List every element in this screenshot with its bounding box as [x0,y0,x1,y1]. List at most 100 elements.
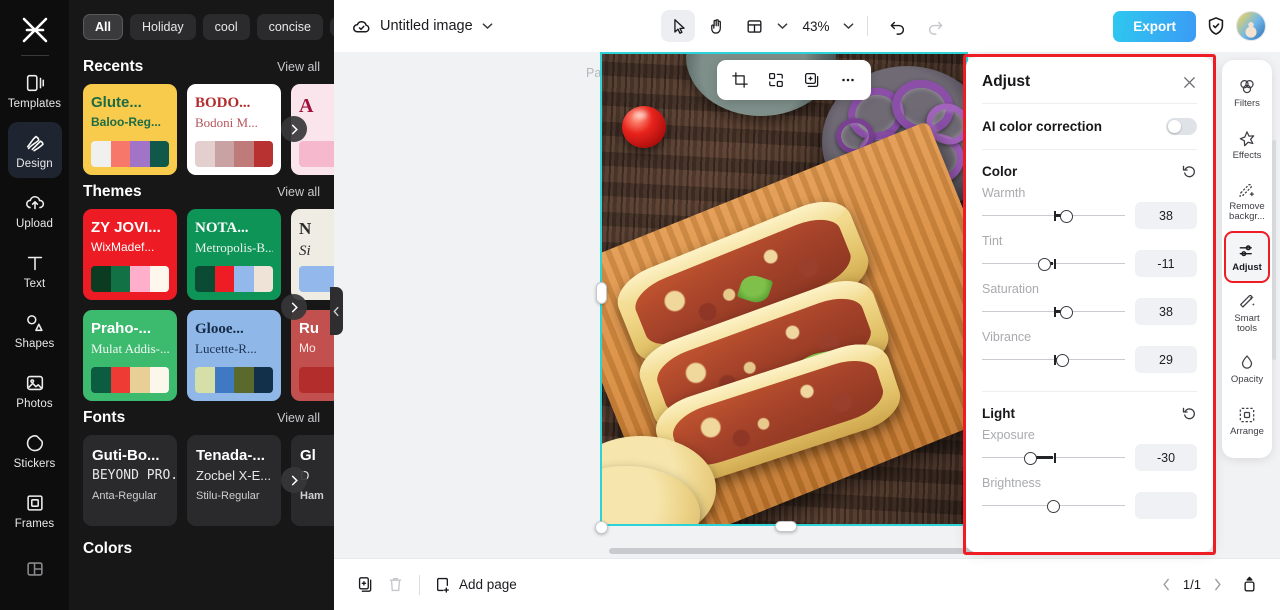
expand-panel-button[interactable] [1234,570,1264,600]
chip-all[interactable]: All [83,14,123,40]
next-page-button[interactable] [1213,578,1222,591]
brightness-value[interactable] [1135,492,1197,519]
layout-caret[interactable] [777,22,788,30]
slider-label: Tint [982,234,1003,248]
ai-color-correction-toggle[interactable] [1166,118,1197,135]
tool-filters[interactable]: Filters [1225,68,1269,118]
crop-button[interactable] [724,64,756,96]
duplicate-page-button[interactable] [350,570,380,600]
crop-icon [732,72,748,88]
tint-slider-track[interactable] [982,255,1125,273]
recents-next-button[interactable] [281,116,307,142]
sidebar-item-templates[interactable]: Templates [8,62,62,118]
prev-page-button[interactable] [1162,578,1171,591]
select-tool-button[interactable] [661,10,696,42]
exposure-slider-track[interactable] [982,449,1125,467]
design-side-panel: All Holiday cool concise Recents View al… [69,0,334,610]
brightness-slider-track[interactable] [982,497,1125,515]
exposure-slider-knob[interactable] [1024,451,1038,465]
fonts-next-button[interactable] [281,467,307,493]
warmth-slider-knob[interactable] [1059,209,1073,223]
capcut-logo-icon[interactable] [15,12,55,48]
artboard-page-1[interactable] [600,52,968,526]
vibrance-slider-knob[interactable] [1055,353,1069,367]
font-card[interactable]: Tenada-... Zocbel X-E... Stilu-Regular [187,435,281,526]
export-button[interactable]: Export [1113,10,1196,42]
food-photo-image[interactable] [600,52,968,526]
undo-button[interactable] [881,10,915,42]
capcut-image-editor: Templates Design Upload Text Shapes Phot… [0,0,1280,610]
sidebar-item-photos[interactable]: Photos [8,362,62,418]
vibrance-slider-track[interactable] [982,351,1125,369]
saturation-slider-knob[interactable] [1059,305,1073,319]
redo-button[interactable] [919,10,953,42]
duplicate-button[interactable] [796,64,828,96]
theme-card[interactable]: ZY JOVI... WixMadef... [83,209,177,300]
tool-rail-scrollbar[interactable] [1272,140,1276,360]
layout-tool-button[interactable] [737,10,771,42]
recent-card[interactable]: BODO... Bodoni M... [187,84,281,175]
chip-concise[interactable]: concise [256,14,323,40]
tool-remove-background[interactable]: Remove backgr... [1225,172,1269,230]
warmth-slider-track[interactable] [982,207,1125,225]
warmth-value[interactable]: 38 [1135,202,1197,229]
themes-next-button[interactable] [281,294,307,320]
sidebar-item-frames[interactable]: Frames [8,482,62,538]
view-all-fonts[interactable]: View all [277,411,320,425]
recent-card[interactable]: Glute... Baloo-Reg... [83,84,177,175]
sidebar-item-stickers[interactable]: Stickers [8,422,62,478]
sidebar-item-upload[interactable]: Upload [8,182,62,238]
cloud-saved-icon[interactable] [348,13,374,39]
brightness-slider-knob[interactable] [1047,499,1060,513]
close-icon[interactable] [1182,75,1197,90]
tool-adjust[interactable]: Adjust [1224,231,1270,283]
sidebar-item-shapes[interactable]: Shapes [8,302,62,358]
zoom-caret[interactable] [843,22,854,30]
view-all-recents[interactable]: View all [277,60,320,74]
sidebar-item-label: Frames [14,517,55,530]
cursor-select-icon [674,18,685,34]
font-card-name: Ham [300,490,324,502]
slider-tint: Tint -11 [966,229,1213,277]
exposure-value[interactable]: -30 [1135,444,1197,471]
color-swatches [299,141,334,167]
theme-card[interactable]: NOTA... Metropolis-B... [187,209,281,300]
sidebar-item-text[interactable]: Text [8,242,62,298]
font-card[interactable]: Guti-Bo... BEYOND PRO... Anta-Regular [83,435,177,526]
document-title[interactable]: Untitled image [380,18,473,34]
saturation-value[interactable]: 38 [1135,298,1197,325]
theme-card[interactable]: N Si [291,209,334,300]
user-avatar[interactable] [1236,11,1266,41]
theme-card[interactable]: Glooe... Lucette-R... [187,310,281,401]
chip-holiday[interactable]: Holiday [129,14,196,40]
tool-arrange[interactable]: Arrange [1225,396,1269,446]
vibrance-value[interactable]: 29 [1135,346,1197,373]
tool-opacity[interactable]: Opacity [1225,344,1269,394]
replace-button[interactable] [760,64,792,96]
panel-collapse-handle[interactable] [330,287,343,335]
font-card-title: Gl [300,447,316,464]
slider-saturation: Saturation 38 [966,277,1213,325]
saturation-slider-track[interactable] [982,303,1125,321]
zoom-level-label[interactable]: 43% [802,19,829,34]
theme-card[interactable]: Praho-... Mulat Addis-... [83,310,177,401]
shield-check-icon[interactable] [1205,15,1227,37]
tint-value[interactable]: -11 [1135,250,1197,277]
add-page-button[interactable]: Add page [433,575,517,594]
chip-cool[interactable]: cool [202,14,250,40]
more-options-button[interactable] [832,64,864,96]
delete-page-button[interactable] [380,570,410,600]
tint-slider-knob[interactable] [1038,257,1052,271]
reset-icon[interactable] [1182,406,1197,421]
sidebar-item-layouts[interactable] [8,542,62,598]
sidebar-item-design[interactable]: Design [7,122,62,178]
document-title-caret[interactable] [482,22,493,30]
tool-label: Opacity [1230,373,1264,385]
view-all-themes[interactable]: View all [277,185,320,199]
tool-effects[interactable]: Effects [1225,120,1269,170]
hand-tool-button[interactable] [699,10,733,42]
theme-card[interactable]: Ru Mo [291,310,334,401]
reset-icon[interactable] [1182,164,1197,179]
tool-smart-tools[interactable]: Smart tools [1225,284,1269,342]
slider-label: Vibrance [982,330,1032,344]
